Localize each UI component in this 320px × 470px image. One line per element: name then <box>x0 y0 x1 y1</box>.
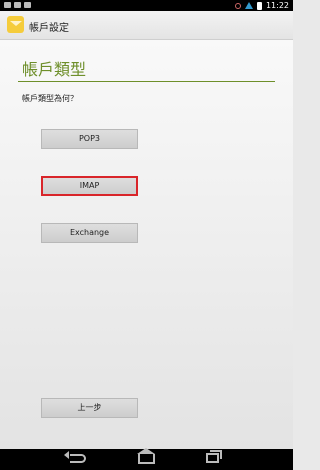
play-icon <box>24 2 31 8</box>
notification-icon <box>4 2 11 8</box>
battery-icon <box>256 1 262 10</box>
status-time: 11:22 <box>265 1 289 10</box>
title-divider <box>18 81 275 82</box>
navigation-bar <box>0 448 293 470</box>
action-bar: 帳戶設定 <box>0 11 293 40</box>
email-icon[interactable] <box>7 16 24 33</box>
account-type-question: 帳戶類型為何？ <box>22 94 78 103</box>
action-bar-title: 帳戶設定 <box>29 23 69 34</box>
recent-apps-icon[interactable] <box>206 450 222 463</box>
gallery-icon <box>14 2 21 8</box>
previous-button[interactable]: 上一步 <box>41 398 138 418</box>
account-type-screen: 帳戶類型 帳戶類型為何？ POP3 IMAP Exchange 上一步 <box>0 40 293 449</box>
exchange-button[interactable]: Exchange <box>41 223 138 243</box>
home-icon[interactable] <box>137 448 155 464</box>
alarm-icon <box>234 2 241 9</box>
back-icon[interactable] <box>64 451 86 463</box>
imap-button[interactable]: IMAP <box>41 176 138 196</box>
pop3-button[interactable]: POP3 <box>41 129 138 149</box>
page-title: 帳戶類型 <box>22 60 87 79</box>
status-bar: 11:22 <box>0 0 293 11</box>
wifi-icon <box>244 2 253 9</box>
